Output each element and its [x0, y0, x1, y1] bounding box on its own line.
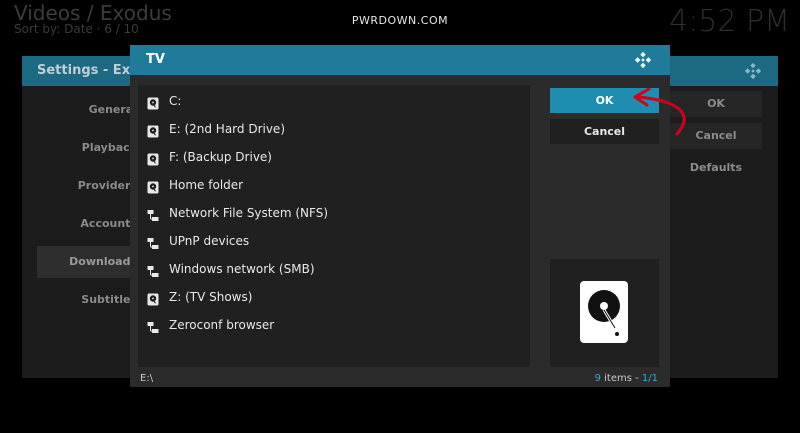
kodi-logo-icon: [744, 62, 762, 80]
source-list: C: E: (2nd Hard Drive) F: (Backup Drive) Ho…: [138, 85, 530, 367]
hard-drive-icon: [147, 123, 159, 137]
list-item[interactable]: F: (Backup Drive): [138, 143, 530, 171]
hard-drive-icon: [147, 179, 159, 193]
dialog-title: TV: [146, 52, 165, 67]
list-item[interactable]: Zeroconf browser: [138, 311, 530, 339]
list-item-label: F: (Backup Drive): [169, 150, 272, 164]
kodi-logo-icon: [634, 51, 652, 69]
hard-drive-icon: [147, 95, 159, 109]
annotation-arrow-icon: [633, 88, 686, 136]
list-item[interactable]: Windows network (SMB): [138, 255, 530, 283]
page-indicator: 1/1: [641, 373, 658, 384]
list-item-label: Windows network (SMB): [169, 262, 315, 276]
hard-drive-icon: [147, 151, 159, 165]
watermark: PWRDOWN.COM: [351, 14, 449, 27]
list-item[interactable]: UPnP devices: [138, 227, 530, 255]
list-item[interactable]: E: (2nd Hard Drive): [138, 115, 530, 143]
network-icon: [147, 207, 159, 221]
items-count: 9 items - 1/1: [595, 373, 658, 384]
list-item[interactable]: Network File System (NFS): [138, 199, 530, 227]
list-item-label: UPnP devices: [169, 234, 250, 248]
list-item-label: E: (2nd Hard Drive): [169, 122, 285, 136]
list-item[interactable]: C:: [138, 87, 530, 115]
list-item-label: Z: (TV Shows): [169, 290, 253, 304]
network-icon: [147, 263, 159, 277]
list-item[interactable]: Z: (TV Shows): [138, 283, 530, 311]
hard-drive-icon: [580, 281, 628, 343]
network-icon: [147, 235, 159, 249]
list-item-label: Network File System (NFS): [169, 206, 329, 220]
list-item-label: Zeroconf browser: [169, 318, 275, 332]
browse-dialog: TV C: E: (2nd Hard Drive) F: (Backup Drive…: [130, 45, 670, 387]
dialog-header: TV: [130, 45, 670, 75]
preview-panel: [550, 259, 659, 367]
list-item[interactable]: Home folder: [138, 171, 530, 199]
hard-drive-icon: [147, 291, 159, 305]
items-count-text: items -: [600, 373, 642, 384]
list-item-label: C:: [169, 94, 182, 108]
network-icon: [147, 319, 159, 333]
list-item-label: Home folder: [169, 178, 244, 192]
current-path: E:\: [140, 373, 154, 384]
settings-defaults-button[interactable]: Defaults: [670, 155, 762, 181]
